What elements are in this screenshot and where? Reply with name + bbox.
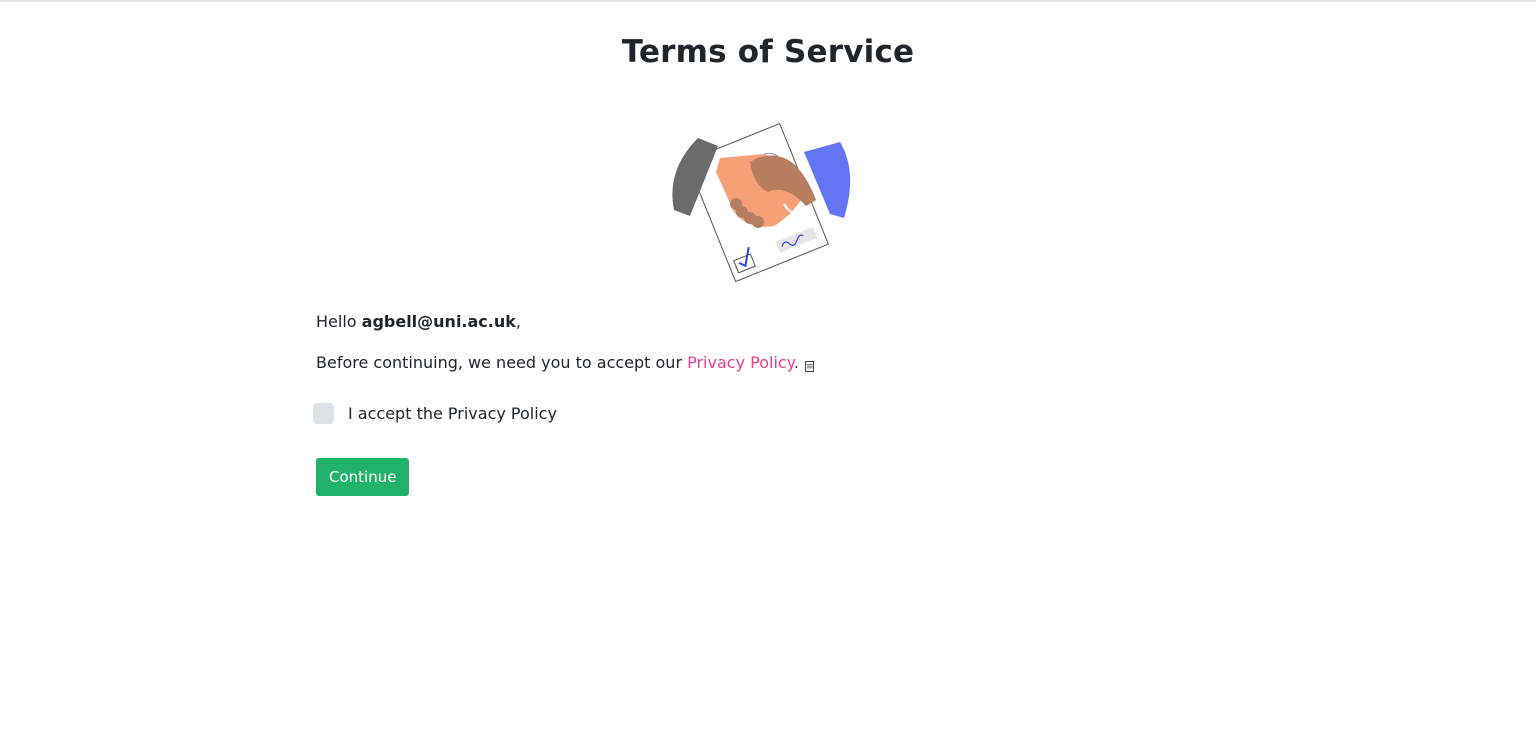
handshake-agreement-icon xyxy=(672,122,851,283)
continue-button[interactable]: Continue xyxy=(316,458,410,496)
notice-suffix: . xyxy=(793,353,799,372)
handshake-illustration xyxy=(664,112,874,288)
accept-privacy-label[interactable]: I accept the Privacy Policy xyxy=(348,404,557,423)
privacy-notice: Before continuing, we need you to accept… xyxy=(316,351,1220,375)
accept-privacy-checkbox[interactable] xyxy=(313,402,334,424)
top-border xyxy=(0,0,1536,2)
user-email: agbell@uni.ac.uk xyxy=(361,312,516,331)
greeting-prefix: Hello xyxy=(316,312,362,331)
privacy-policy-link[interactable]: Privacy Policy xyxy=(687,353,794,372)
external-document-icon: ≡ xyxy=(804,361,814,372)
page-title: Terms of Service xyxy=(621,34,915,70)
greeting-suffix: , xyxy=(515,312,521,331)
accept-privacy-row[interactable]: I accept the Privacy Policy xyxy=(313,401,557,425)
notice-prefix: Before continuing, we need you to accept… xyxy=(316,353,688,372)
greeting: Hello agbell@uni.ac.uk, xyxy=(316,310,1220,334)
consent-message: Hello agbell@uni.ac.uk, Before continuin… xyxy=(316,310,1220,375)
